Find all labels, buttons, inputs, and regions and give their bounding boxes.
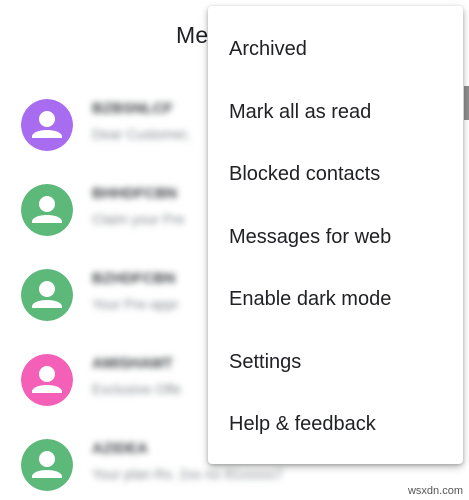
watermark: wsxdn.com	[407, 485, 463, 497]
messages-screen: Messages BZBSNLCF Dear Customer, BHHDFCB…	[0, 0, 469, 500]
conversation-snippet: Your plan Rs. 2xx no 81xxxxx7	[92, 466, 283, 482]
menu-item-archived[interactable]: Archived	[208, 24, 463, 74]
scrollbar-thumb[interactable]	[464, 86, 469, 120]
menu-item-messages-for-web[interactable]: Messages for web	[208, 212, 463, 262]
person-icon	[21, 439, 73, 491]
menu-item-help-feedback[interactable]: Help & feedback	[208, 399, 463, 449]
person-icon	[21, 99, 73, 151]
overflow-menu: Archived Mark all as read Blocked contac…	[208, 6, 463, 464]
menu-item-settings[interactable]: Settings	[208, 337, 463, 387]
menu-item-mark-all-read[interactable]: Mark all as read	[208, 87, 463, 137]
person-icon	[21, 354, 73, 406]
person-icon	[21, 269, 73, 321]
menu-item-dark-mode[interactable]: Enable dark mode	[208, 274, 463, 324]
menu-item-blocked-contacts[interactable]: Blocked contacts	[208, 149, 463, 199]
person-icon	[21, 184, 73, 236]
